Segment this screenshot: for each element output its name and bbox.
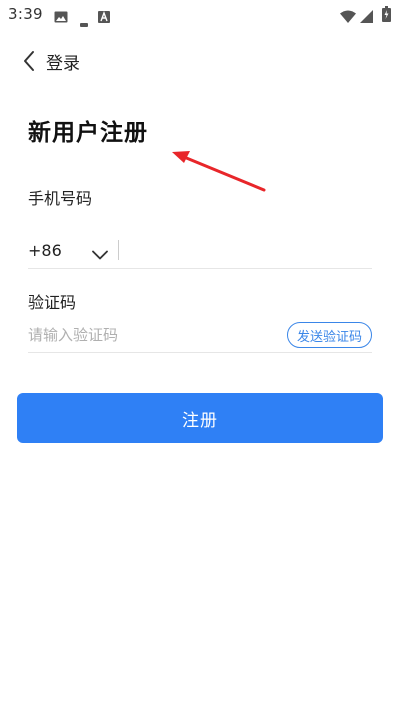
page-title: 新用户注册 — [28, 120, 148, 146]
wifi-icon — [340, 8, 356, 27]
phone-label: 手机号码 — [28, 189, 93, 208]
chevron-down-icon — [91, 245, 108, 260]
chevron-left-icon — [20, 50, 40, 72]
status-time: 3:39 — [8, 5, 43, 23]
back-label: 登录 — [46, 53, 80, 74]
phone-row: +86 — [28, 232, 372, 268]
send-code-button[interactable]: 发送验证码 — [286, 322, 372, 348]
country-code-select[interactable]: +86 — [28, 241, 108, 260]
image-icon — [54, 8, 68, 27]
code-input[interactable] — [28, 321, 287, 349]
phone-divider — [117, 240, 119, 260]
status-bar: 3:39 — [0, 0, 400, 28]
code-underline — [28, 352, 372, 353]
annotation-arrow-icon — [172, 151, 266, 192]
signal-icon — [360, 8, 373, 27]
code-label: 验证码 — [28, 293, 77, 312]
phone-input[interactable] — [126, 235, 372, 265]
a-icon — [98, 8, 110, 27]
country-code-value: +86 — [28, 240, 62, 260]
register-button[interactable]: 注册 — [17, 393, 383, 443]
battery-icon — [382, 6, 391, 26]
code-row: 发送验证码 — [28, 318, 372, 352]
minus-icon — [80, 12, 88, 31]
phone-underline — [28, 268, 372, 269]
back-button[interactable]: 登录 — [20, 46, 80, 76]
